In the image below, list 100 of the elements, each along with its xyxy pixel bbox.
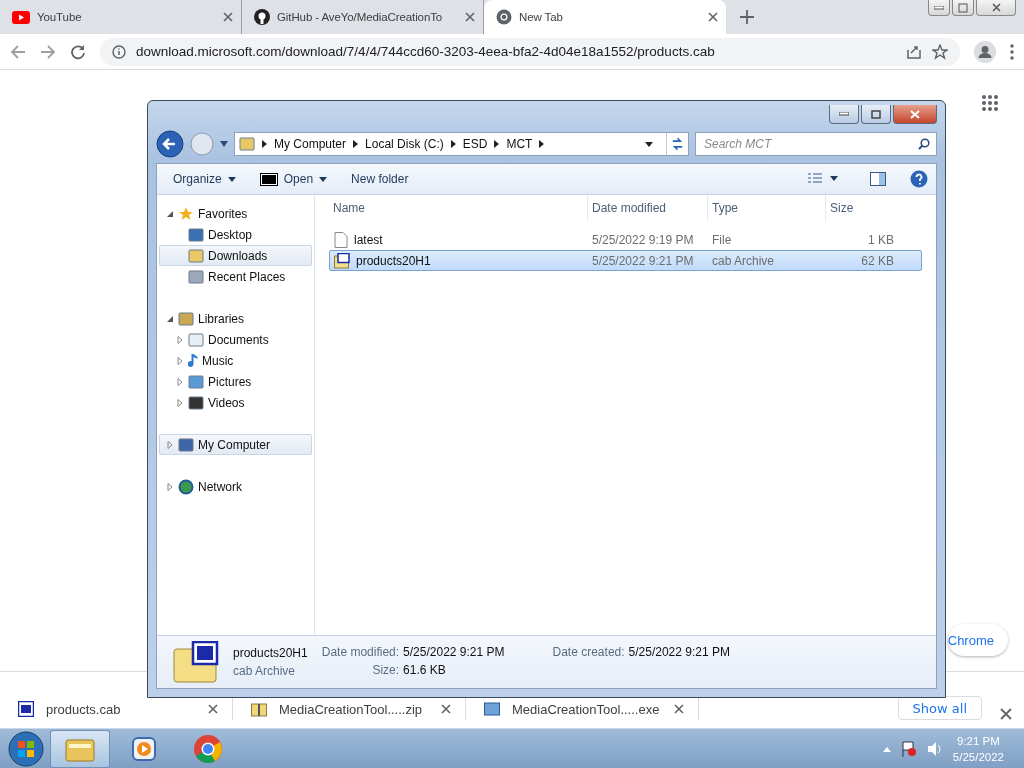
dropdown-icon[interactable]	[645, 141, 653, 147]
breadcrumb-arrow-icon[interactable]	[353, 140, 359, 148]
history-dropdown-icon[interactable]	[220, 141, 228, 147]
close-icon	[991, 3, 1001, 12]
forward-icon[interactable]	[40, 43, 56, 60]
back-icon[interactable]	[156, 130, 184, 158]
close-button[interactable]	[893, 105, 937, 124]
file-icon	[334, 231, 348, 248]
star-icon	[178, 205, 194, 222]
nav-item[interactable]: Documents	[159, 329, 312, 350]
flag-icon[interactable]	[900, 740, 917, 757]
folder-icon	[239, 136, 255, 152]
breadcrumb-arrow-icon[interactable]	[262, 140, 267, 148]
maximize-button[interactable]	[861, 105, 891, 124]
expanded-arrow-icon[interactable]	[166, 314, 174, 323]
folder-icon	[188, 247, 204, 264]
breadcrumb-arrow-icon[interactable]	[539, 140, 545, 148]
nav-item[interactable]: Videos	[159, 392, 312, 413]
new-tab-icon[interactable]	[740, 10, 754, 24]
close-icon[interactable]	[708, 12, 718, 22]
toolbar-button[interactable]: New folder	[351, 172, 409, 186]
caret-icon	[227, 176, 236, 182]
close-icon	[910, 109, 920, 119]
collapsed-arrow-icon[interactable]	[176, 356, 184, 365]
collapsed-arrow-icon[interactable]	[166, 482, 174, 491]
archive-icon	[334, 252, 350, 269]
minimize-icon	[839, 112, 849, 116]
nav-item[interactable]: Favorites	[159, 203, 312, 224]
taskbar-app[interactable]	[50, 729, 110, 768]
share-icon[interactable]	[906, 43, 922, 60]
expanded-arrow-icon[interactable]	[166, 209, 174, 218]
file-type: cab Archive	[233, 664, 297, 678]
customize-button[interactable]: Chrome	[948, 624, 1008, 656]
breadcrumb-arrow-icon[interactable]	[494, 140, 500, 148]
toolbar-button[interactable]: Organize	[173, 172, 236, 186]
collapsed-arrow-icon[interactable]	[176, 335, 184, 344]
collapsed-arrow-icon[interactable]	[176, 398, 184, 407]
close-icon[interactable]	[208, 704, 218, 714]
maximize-icon	[871, 109, 881, 119]
file-row[interactable]: products20H1 5/25/2022 9:21 PM cab Archive 62 KB	[329, 250, 922, 271]
archive-icon	[173, 641, 219, 683]
search-field[interactable]: Search MCT	[695, 132, 937, 156]
detail-value: 5/25/2022 9:21 PM	[403, 645, 505, 659]
minimize-icon	[934, 5, 944, 10]
close-icon[interactable]	[223, 12, 233, 22]
archive-icon	[18, 701, 34, 717]
star-icon[interactable]	[932, 43, 948, 60]
collapsed-arrow-icon[interactable]	[166, 440, 174, 449]
address-bar[interactable]: download.microsoft.com/download/7/4/4/744ccd60-3203-4eea-bfa2-4d04e18a1552/products.cab	[100, 37, 960, 66]
column-header[interactable]: Name	[329, 195, 587, 221]
browser-logo-icon[interactable]	[193, 733, 223, 764]
close-icon[interactable]	[441, 704, 451, 714]
close-icon[interactable]	[1000, 708, 1012, 720]
reload-icon[interactable]	[70, 43, 86, 60]
browser-logo-icon	[496, 9, 512, 25]
detail-label: Size:	[371, 663, 400, 677]
close-button[interactable]	[976, 0, 1016, 16]
restore-icon	[958, 2, 968, 13]
nav-item[interactable]: Desktop	[159, 224, 312, 245]
nav-item[interactable]: Recent Places	[159, 266, 312, 287]
caret-icon	[319, 176, 328, 182]
column-header[interactable]: Type	[707, 195, 825, 221]
more-menu-icon[interactable]	[1010, 43, 1014, 60]
nav-item[interactable]: Pictures	[159, 371, 312, 392]
column-header[interactable]: Date modified	[587, 195, 707, 221]
nav-item[interactable]: Music	[159, 350, 312, 371]
apps-grid-icon[interactable]	[981, 94, 999, 112]
music-note-icon	[188, 352, 198, 369]
nav-item[interactable]: My Computer	[159, 434, 312, 455]
file-name: products20H1	[233, 646, 308, 660]
media-player-icon[interactable]	[131, 735, 157, 762]
detail-label: Date created:	[552, 645, 625, 659]
address-field[interactable]: My Computer Local Disk (C:) ESD MCT	[234, 132, 689, 156]
preview-pane-icon[interactable]	[870, 172, 886, 186]
toolbar-button[interactable]: Open	[259, 172, 328, 186]
browser-tab[interactable]: New Tab	[484, 0, 726, 34]
minimize-button[interactable]	[928, 0, 950, 16]
view-options-icon[interactable]	[808, 173, 838, 185]
browser-tab[interactable]: GitHub - AveYo/MediaCreationTo	[242, 0, 484, 34]
file-row[interactable]: latest 5/25/2022 9:19 PM File 1 KB	[329, 229, 922, 250]
minimize-button[interactable]	[829, 105, 859, 124]
column-header[interactable]: Size	[825, 195, 903, 221]
start-orb-icon[interactable]	[6, 729, 46, 768]
detail-value: 61.6 KB	[403, 663, 447, 677]
detail-label: Date modified:	[321, 645, 400, 659]
help-icon[interactable]	[910, 170, 928, 188]
breadcrumb-arrow-icon[interactable]	[450, 140, 456, 148]
nav-item[interactable]: Network	[159, 476, 312, 497]
collapsed-arrow-icon[interactable]	[176, 377, 184, 386]
info-icon	[112, 44, 126, 59]
nav-item[interactable]: Downloads	[159, 245, 312, 266]
show-all-button[interactable]: Show all	[897, 696, 982, 720]
restore-button[interactable]	[952, 0, 974, 16]
profile-avatar-icon[interactable]	[974, 40, 996, 63]
close-icon[interactable]	[465, 12, 475, 22]
browser-tab[interactable]: YouTube	[0, 0, 242, 34]
nav-item[interactable]: Libraries	[159, 308, 312, 329]
search-icon	[918, 138, 930, 150]
close-icon[interactable]	[674, 704, 684, 714]
zip-folder-icon	[251, 701, 267, 717]
